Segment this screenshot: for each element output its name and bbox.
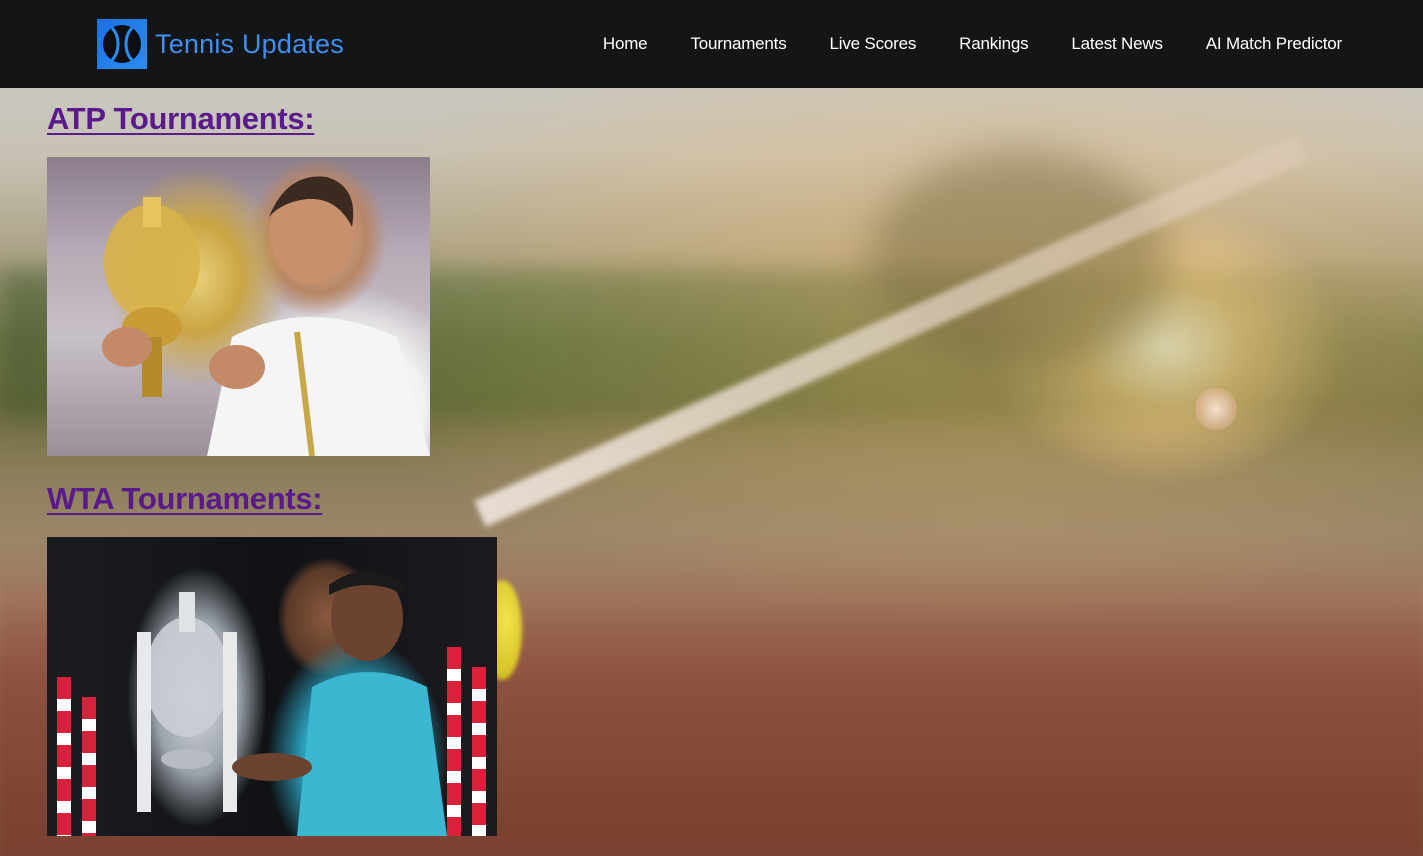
brand-name: Tennis Updates xyxy=(155,28,344,59)
page: Tennis Updates Home Tournaments Live Sco… xyxy=(0,0,1423,856)
atp-tournaments-link[interactable]: ATP Tournaments: xyxy=(47,101,315,137)
nav-link-tournaments[interactable]: Tournaments xyxy=(690,34,786,54)
nav-link-live-scores[interactable]: Live Scores xyxy=(830,34,917,54)
navbar: Tennis Updates Home Tournaments Live Sco… xyxy=(0,0,1423,88)
atp-champion-photo[interactable] xyxy=(47,157,430,456)
brand-link[interactable]: Tennis Updates xyxy=(97,19,344,69)
nav-links: Home Tournaments Live Scores Rankings La… xyxy=(560,0,1342,88)
nav-link-ai-match-predictor[interactable]: AI Match Predictor xyxy=(1206,34,1342,54)
nav-link-latest-news[interactable]: Latest News xyxy=(1071,34,1163,54)
tennis-ball-icon xyxy=(97,19,147,69)
wta-tournaments-link[interactable]: WTA Tournaments: xyxy=(47,481,323,517)
wta-champion-photo[interactable] xyxy=(47,537,497,836)
nav-link-home[interactable]: Home xyxy=(603,34,648,54)
nav-link-rankings[interactable]: Rankings xyxy=(959,34,1028,54)
background-lens-flare xyxy=(1195,388,1237,430)
